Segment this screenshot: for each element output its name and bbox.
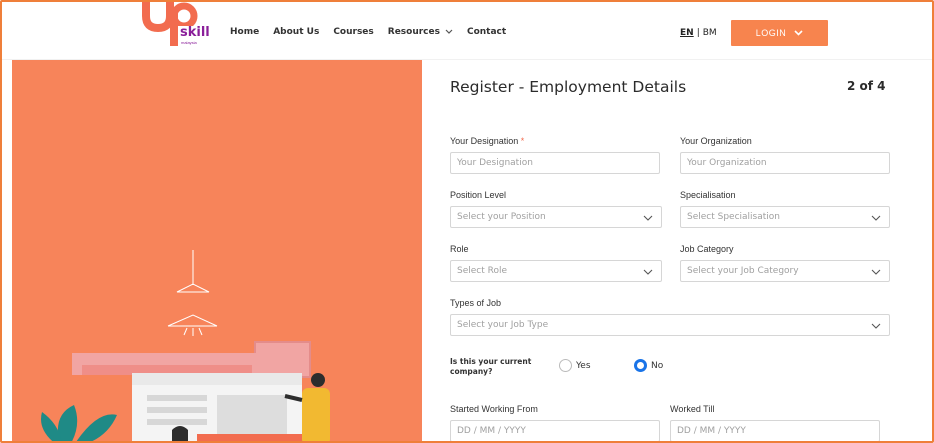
nav-home[interactable]: Home bbox=[230, 27, 259, 37]
worked-till-placeholder: DD / MM / YYYY bbox=[677, 426, 746, 436]
lang-bm[interactable]: BM bbox=[703, 28, 717, 38]
upskill-logo[interactable]: skill malaysia bbox=[140, 2, 220, 48]
radio-no[interactable]: No bbox=[634, 359, 663, 372]
position-level-select[interactable]: Select your Position bbox=[450, 206, 662, 228]
chevron-down-icon bbox=[643, 269, 653, 275]
nav-courses[interactable]: Courses bbox=[333, 27, 373, 37]
types-of-job-placeholder: Select your Job Type bbox=[457, 320, 549, 330]
chevron-down-icon bbox=[871, 269, 881, 275]
role-select[interactable]: Select Role bbox=[450, 260, 662, 282]
types-of-job-label: Types of Job bbox=[450, 298, 502, 308]
started-working-label: Started Working From bbox=[450, 404, 538, 414]
job-category-label: Job Category bbox=[680, 244, 734, 254]
chevron-down-icon bbox=[871, 215, 881, 221]
started-working-input[interactable]: DD / MM / YYYY bbox=[450, 420, 660, 441]
designation-input[interactable]: Your Designation bbox=[450, 152, 660, 174]
login-button[interactable]: LOGIN bbox=[731, 20, 828, 46]
logo-text-skill: skill bbox=[180, 25, 210, 40]
illustration-panel bbox=[12, 60, 422, 441]
nav-resources[interactable]: Resources bbox=[388, 27, 453, 37]
current-company-label: Is this your current company? bbox=[450, 357, 532, 376]
required-marker: * bbox=[520, 136, 525, 146]
job-category-placeholder: Select your Job Category bbox=[687, 266, 799, 276]
nav-contact[interactable]: Contact bbox=[467, 27, 506, 37]
position-level-label: Position Level bbox=[450, 190, 507, 200]
role-placeholder: Select Role bbox=[457, 266, 508, 276]
position-level-placeholder: Select your Position bbox=[457, 212, 546, 222]
types-of-job-select[interactable]: Select your Job Type bbox=[450, 314, 890, 336]
office-illustration bbox=[41, 250, 330, 441]
login-label: LOGIN bbox=[755, 28, 787, 38]
specialisation-placeholder: Select Specialisation bbox=[687, 212, 780, 222]
chevron-down-icon bbox=[794, 30, 803, 36]
chevron-down-icon bbox=[871, 323, 881, 329]
radio-yes-label: Yes bbox=[576, 360, 591, 371]
app-frame: skill malaysia Home About Us Courses Res… bbox=[0, 0, 934, 443]
lang-separator: | bbox=[696, 28, 700, 38]
radio-no-circle bbox=[634, 359, 647, 372]
designation-label-text: Your Designation bbox=[450, 136, 519, 146]
form-title: Register - Employment Details bbox=[450, 78, 687, 96]
language-switcher: EN | BM bbox=[680, 28, 717, 38]
chevron-down-icon bbox=[445, 29, 453, 34]
organization-input[interactable]: Your Organization bbox=[680, 152, 890, 174]
lang-en[interactable]: EN bbox=[680, 28, 694, 38]
organization-placeholder: Your Organization bbox=[687, 158, 767, 168]
job-category-select[interactable]: Select your Job Category bbox=[680, 260, 890, 282]
nav-about-us[interactable]: About Us bbox=[273, 27, 319, 37]
radio-no-label: No bbox=[651, 360, 664, 371]
worked-till-label: Worked Till bbox=[670, 404, 715, 414]
designation-placeholder: Your Designation bbox=[457, 158, 533, 168]
started-working-placeholder: DD / MM / YYYY bbox=[457, 426, 526, 436]
radio-yes-circle bbox=[559, 359, 572, 372]
organization-label: Your Organization bbox=[680, 136, 752, 146]
worked-till-input[interactable]: DD / MM / YYYY bbox=[670, 420, 880, 441]
role-label: Role bbox=[450, 244, 469, 254]
radio-yes[interactable]: Yes bbox=[559, 359, 591, 372]
nav-resources-label: Resources bbox=[387, 27, 440, 37]
logo-text-malaysia: malaysia bbox=[181, 40, 197, 45]
top-header: skill malaysia Home About Us Courses Res… bbox=[2, 2, 932, 60]
specialisation-label: Specialisation bbox=[680, 190, 736, 200]
step-indicator: 2 of 4 bbox=[847, 79, 886, 93]
designation-label: Your Designation * bbox=[450, 136, 524, 146]
chevron-down-icon bbox=[643, 215, 653, 221]
specialisation-select[interactable]: Select Specialisation bbox=[680, 206, 890, 228]
main-nav: Home About Us Courses Resources Contact bbox=[230, 27, 506, 37]
registration-form: Register - Employment Details 2 of 4 You… bbox=[432, 60, 932, 441]
